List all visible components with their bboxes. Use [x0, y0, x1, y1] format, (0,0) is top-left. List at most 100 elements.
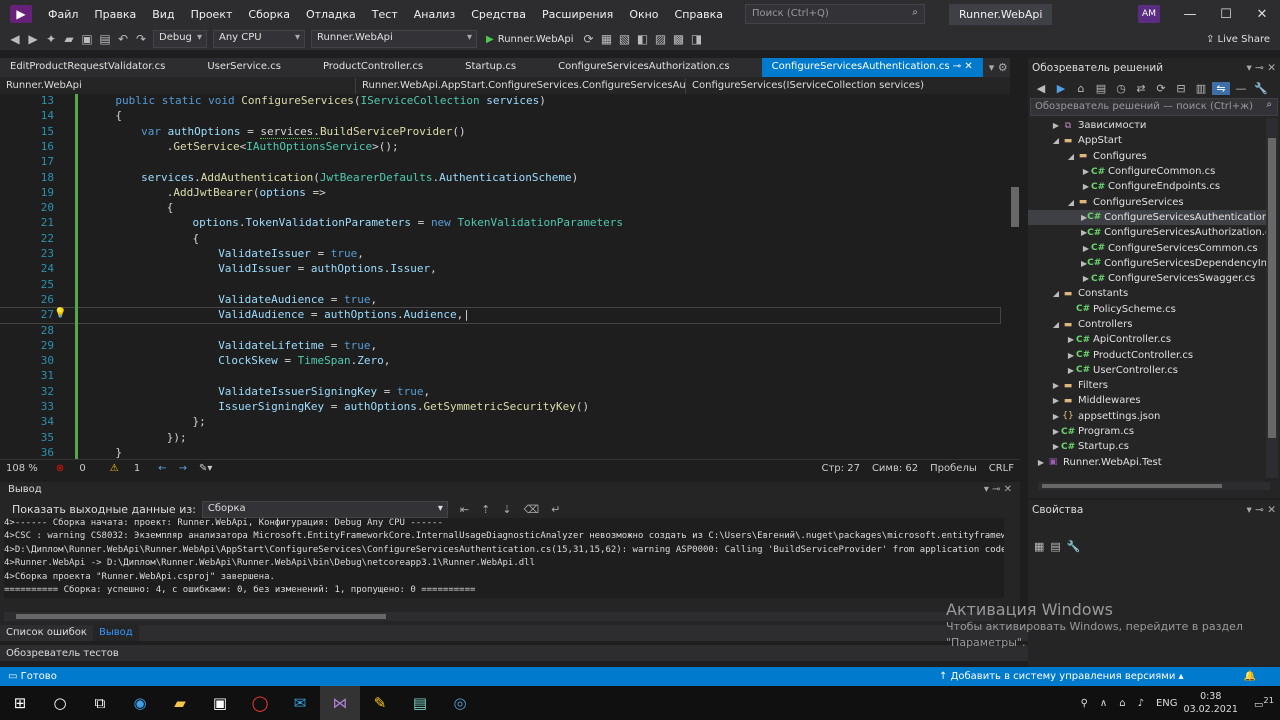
edge-icon[interactable]: ◉	[120, 686, 160, 720]
tree-item[interactable]: ◢ ▬ Controllers	[1028, 317, 1266, 332]
code-line[interactable]: 32 ValidateIssuerSigningKey = true,	[0, 385, 1000, 400]
forward-icon[interactable]: ▶	[24, 32, 42, 46]
collapsed-arrow-icon[interactable]: ▶	[1066, 366, 1076, 375]
code-line[interactable]: 33 IssuerSigningKey = authOptions.GetSymm…	[0, 400, 1000, 415]
switch-views-icon[interactable]: ▤	[1092, 82, 1110, 95]
track-active-icon[interactable]: ⇋	[1212, 81, 1230, 95]
expanded-arrow-icon[interactable]: ◢	[1051, 320, 1061, 329]
undo-icon[interactable]: ↶	[114, 32, 132, 46]
notifications-icon[interactable]: 🔔	[1244, 671, 1256, 682]
code-line[interactable]: 18 services.AddAuthentication(JwtBearerDe…	[0, 171, 1000, 186]
home-icon[interactable]: ⌂	[1072, 82, 1090, 95]
clear-all-icon[interactable]: ⌫	[524, 503, 540, 516]
save-all-icon[interactable]: ▤	[96, 32, 114, 46]
output-horizontal-scrollbar[interactable]	[4, 612, 994, 621]
collapsed-arrow-icon[interactable]: ▶	[1081, 182, 1091, 191]
panel-controls-icon[interactable]: ▾ ⊸ ✕	[1246, 62, 1276, 74]
panel-controls-icon[interactable]: ▾ ⊸ ✕	[1246, 504, 1276, 516]
tree-item[interactable]: ▶ ▬ Middlewares	[1028, 393, 1266, 408]
menu-help[interactable]: Справка	[667, 8, 731, 21]
tree-item[interactable]: ▶ ▬ Filters	[1028, 378, 1266, 393]
refresh-icon[interactable]: ⟳	[580, 32, 598, 46]
configuration-select[interactable]: Debug	[153, 30, 207, 48]
tab-close-icon[interactable]: ✕	[964, 61, 972, 72]
clock[interactable]: 0:38 03.02.2021	[1184, 690, 1238, 716]
expanded-arrow-icon[interactable]: ◢	[1066, 198, 1076, 207]
code-line[interactable]: 15 var authOptions = services.BuildServic…	[0, 124, 1000, 140]
code-line[interactable]: 36}	[0, 446, 1000, 459]
collapsed-arrow-icon[interactable]: ▶	[1051, 427, 1061, 436]
tab-edit-product-request-validator[interactable]: EditProductRequestValidator.cs	[0, 58, 175, 77]
code-line[interactable]: 16 .GetService<IAuthOptionsService>();	[0, 140, 1000, 155]
output-source-select[interactable]: Сборка	[201, 500, 448, 518]
expanded-arrow-icon[interactable]: ◢	[1051, 136, 1061, 145]
menu-edit[interactable]: Правка	[86, 8, 144, 21]
menu-debug[interactable]: Отладка	[298, 8, 364, 21]
collapsed-arrow-icon[interactable]: ▶	[1051, 381, 1061, 390]
live-share-button[interactable]: ⇪ Live Share	[1206, 34, 1270, 45]
pending-changes-icon[interactable]: ◷	[1112, 82, 1130, 95]
pin-icon[interactable]: ⊸	[953, 61, 961, 72]
project-dropdown[interactable]: Runner.WebApi	[0, 77, 356, 94]
tree-item[interactable]: ◢ ▬ AppStart	[1028, 133, 1266, 148]
tree-item[interactable]: ◢ ▬ Constants	[1028, 286, 1266, 301]
store-icon[interactable]: ▣	[200, 686, 240, 720]
code-line[interactable]: 27 💡 ValidAudience = authOptions.Audience,…	[0, 307, 1001, 325]
code-line[interactable]: 13 public static void ConfigureServices(I…	[0, 94, 1000, 109]
menu-analyze[interactable]: Анализ	[406, 8, 464, 21]
code-cleanup-icon[interactable]: ✎▾	[193, 463, 218, 474]
volume-icon[interactable]: ♪	[1138, 698, 1144, 709]
collapsed-arrow-icon[interactable]: ▶	[1036, 458, 1046, 467]
tree-item[interactable]: ▶ C# ConfigureServicesCommon.cs	[1028, 240, 1266, 255]
menu-test[interactable]: Тест	[364, 8, 406, 21]
menu-extensions[interactable]: Расширения	[534, 8, 621, 21]
paint-icon[interactable]: ✎	[360, 686, 400, 720]
hot-reload-icon[interactable]: ▦	[598, 32, 616, 46]
user-avatar[interactable]: AM	[1138, 5, 1160, 23]
show-all-files-icon[interactable]: ▥	[1192, 82, 1210, 95]
tree-item[interactable]: ▶C#ConfigureServicesDependencyInjection.…	[1028, 256, 1266, 271]
startup-project-select[interactable]: Runner.WebApi	[311, 30, 477, 48]
tray-arrow-icon[interactable]: ∧	[1100, 698, 1107, 709]
language-indicator[interactable]: ENG	[1156, 698, 1178, 709]
tree-item[interactable]: ▶ C# Program.cs	[1028, 424, 1266, 439]
tree-item[interactable]: ▶ C# ProductController.cs	[1028, 347, 1266, 362]
code-line[interactable]: 35});	[0, 431, 1000, 446]
browser-link-icon[interactable]: ▧	[616, 32, 634, 46]
scroll-thumb[interactable]	[16, 614, 386, 619]
tree-item[interactable]: ▶ C# ConfigureServicesAuthorization.cs	[1028, 225, 1266, 240]
error-count[interactable]: ⊗ 0	[44, 463, 98, 474]
collapsed-arrow-icon[interactable]: ▶	[1081, 244, 1091, 253]
tree-item[interactable]: ▶{} appsettings.json	[1028, 409, 1266, 424]
code-line[interactable]: 31	[0, 369, 1000, 384]
code-line[interactable]: 29 ValidateLifetime = true,	[0, 339, 1000, 354]
redo-icon[interactable]: ↷	[132, 32, 150, 46]
code-line[interactable]: 22 {	[0, 232, 1000, 247]
back-icon[interactable]: ◀	[1032, 82, 1050, 95]
zoom-level[interactable]: 108 %	[0, 463, 44, 474]
editor-vertical-scrollbar[interactable]	[1010, 77, 1020, 459]
mail-icon[interactable]: ✉	[280, 686, 320, 720]
code-line[interactable]: 19 .AddJwtBearer(options =>	[0, 186, 1000, 201]
menu-file[interactable]: Файл	[40, 8, 86, 21]
word-wrap-icon[interactable]: ↵	[551, 503, 560, 516]
collapsed-arrow-icon[interactable]: ▶	[1066, 351, 1076, 360]
tab-startup[interactable]: Startup.cs	[455, 58, 526, 77]
tab-product-controller[interactable]: ProductController.cs	[313, 58, 433, 77]
close-icon[interactable]: ✕	[1244, 7, 1280, 22]
back-icon[interactable]: ◀	[6, 32, 24, 46]
scroll-thumb[interactable]	[1042, 484, 1222, 488]
solution-vertical-scrollbar[interactable]	[1266, 118, 1278, 478]
code-line[interactable]: 20 {	[0, 201, 1000, 216]
visual-studio-icon[interactable]: ⋈	[320, 686, 360, 720]
tree-item[interactable]: ▶ C# ApiController.cs	[1028, 332, 1266, 347]
sync-icon[interactable]: ⇄	[1132, 82, 1150, 95]
tab-list-icon[interactable]: ▾ ⚙	[983, 61, 1010, 74]
next-message-icon[interactable]: ⇣	[502, 503, 511, 516]
collapsed-arrow-icon[interactable]: ▶	[1051, 412, 1061, 421]
tree-item[interactable]: ▶ C# Startup.cs	[1028, 439, 1266, 454]
prev-message-icon[interactable]: ⇡	[481, 503, 490, 516]
forward-icon[interactable]: ▶	[1052, 82, 1070, 95]
tab-configure-services-authorization[interactable]: ConfigureServicesAuthorization.cs	[548, 58, 740, 77]
alphabetical-icon[interactable]: ▤	[1050, 540, 1060, 553]
